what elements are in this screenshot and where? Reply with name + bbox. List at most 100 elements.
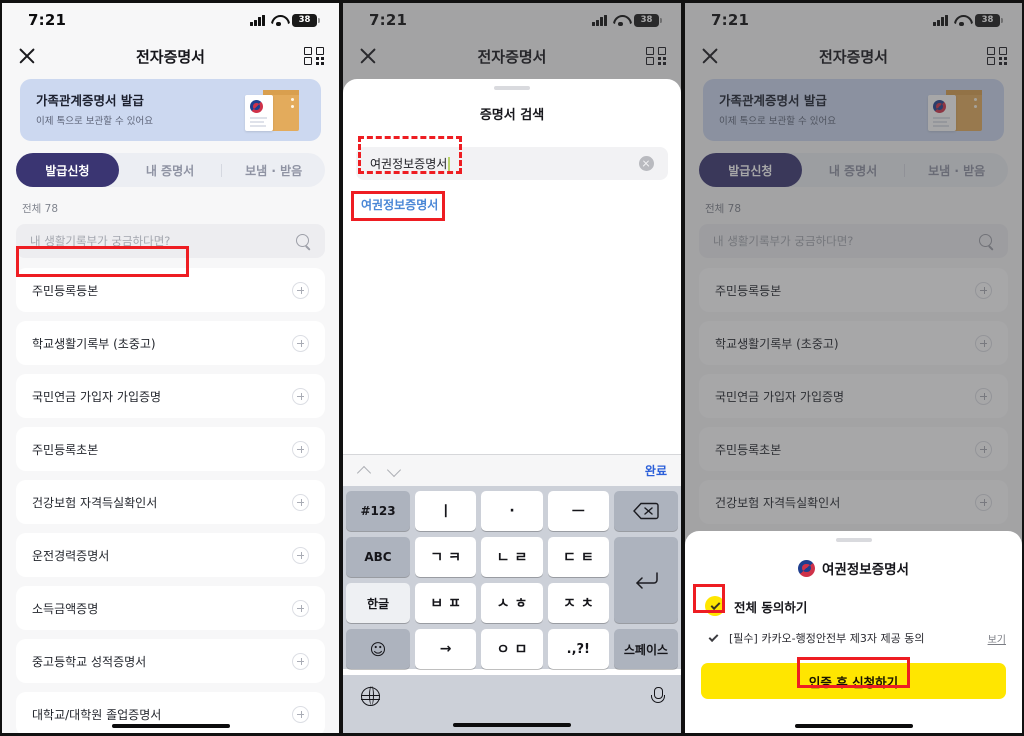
key-siot-hieut[interactable]: ㅅㅎ bbox=[481, 583, 543, 623]
battery-icon: 38 bbox=[292, 13, 320, 27]
add-icon[interactable] bbox=[292, 387, 309, 405]
add-icon[interactable] bbox=[292, 546, 309, 564]
list-item[interactable]: 운전경력증명서 bbox=[16, 533, 325, 577]
keyboard-row-1: #123 ㅣ · ㅡ bbox=[346, 491, 678, 531]
add-icon[interactable] bbox=[292, 493, 309, 511]
document-name: 대학교/대학원 졸업증명서 bbox=[32, 707, 162, 722]
keyboard-bottom-row bbox=[343, 675, 681, 717]
list-item[interactable]: 주민등록초본 bbox=[16, 427, 325, 471]
search-input[interactable]: 내 생활기록부가 궁금하다면? bbox=[16, 224, 325, 258]
key-giyeok-kieuk[interactable]: ㄱㅋ bbox=[415, 537, 477, 577]
list-item[interactable]: 학교생활기록부 (초중고) bbox=[16, 321, 325, 365]
add-icon[interactable] bbox=[292, 281, 309, 299]
list-item[interactable]: 주민등록등본 bbox=[16, 268, 325, 312]
document-list: 주민등록등본 학교생활기록부 (초중고) 국민연금 가입자 가입증명 주민등록초… bbox=[16, 268, 325, 733]
text-caret bbox=[448, 156, 450, 171]
agree-all-label: 전체 동의하기 bbox=[734, 599, 808, 615]
document-name: 건강보험 자격득실확인서 bbox=[32, 495, 158, 510]
search-input-value: 여권정보증명서 bbox=[370, 157, 448, 171]
three-panel-screenshot: 7:21 38 전자증명서 가족관계증명서 발급 이제 톡으로 보관할 수 있어… bbox=[0, 0, 1024, 736]
sheet-grabber[interactable] bbox=[835, 538, 872, 542]
onscreen-keyboard: 완료 #123 ㅣ · ㅡ ABC 한글 ㄱㅋ ㅂㅍ ㄴㄹ ㅅㅎ ㄷㅌ ㅈㅊ ☺… bbox=[343, 454, 681, 733]
status-bar: 7:21 38 bbox=[2, 3, 339, 37]
document-name: 운전경력증명서 bbox=[32, 548, 110, 563]
promo-banner-subtitle: 이제 톡으로 보관할 수 있어요 bbox=[36, 116, 153, 128]
add-icon[interactable] bbox=[292, 440, 309, 458]
tab-send-receive[interactable]: 보냄 · 받음 bbox=[222, 162, 325, 179]
promo-banner-title: 가족관계증명서 발급 bbox=[36, 92, 144, 108]
microphone-icon[interactable] bbox=[651, 686, 665, 706]
search-placeholder: 내 생활기록부가 궁금하다면? bbox=[30, 234, 171, 248]
authenticate-and-apply-button[interactable]: 인증 후 신청하기 bbox=[701, 663, 1006, 699]
wifi-icon bbox=[271, 15, 286, 26]
total-count-label: 전체 78 bbox=[22, 203, 59, 215]
chevron-down-icon[interactable] bbox=[387, 464, 401, 478]
search-suggestion-item[interactable]: 여권정보증명서 bbox=[361, 196, 663, 213]
status-bar-indicators: 38 bbox=[250, 13, 320, 27]
key-space[interactable]: 스페이스 bbox=[613, 629, 678, 669]
keyboard-toolbar: 완료 bbox=[343, 454, 681, 486]
document-name: 학교생활기록부 (초중고) bbox=[32, 336, 156, 351]
document-envelope-illustration bbox=[243, 87, 305, 133]
tab-issue-request[interactable]: 발급신청 bbox=[16, 153, 119, 187]
key-numbers[interactable]: #123 bbox=[346, 491, 410, 531]
consent-sheet-title: 여권정보증명서 bbox=[822, 562, 909, 578]
key-arrow-right[interactable]: → bbox=[415, 629, 477, 669]
key-vertical-stroke[interactable]: ㅣ bbox=[415, 491, 477, 531]
home-indicator bbox=[685, 724, 1022, 728]
key-jieut-chieut[interactable]: ㅈㅊ bbox=[547, 583, 609, 623]
add-icon[interactable] bbox=[292, 599, 309, 617]
agree-all-checkbox[interactable] bbox=[705, 596, 725, 616]
home-indicator bbox=[343, 717, 681, 733]
globe-icon[interactable] bbox=[360, 686, 380, 706]
list-item[interactable]: 국민연금 가입자 가입증명 bbox=[16, 374, 325, 418]
key-ieung-mieum[interactable]: ㅇㅁ bbox=[481, 629, 543, 669]
key-horizontal-stroke[interactable]: ㅡ bbox=[547, 491, 609, 531]
document-name: 주민등록등본 bbox=[32, 283, 99, 298]
key-abc[interactable]: ABC bbox=[346, 537, 410, 577]
document-name: 주민등록초본 bbox=[32, 442, 99, 457]
add-icon[interactable] bbox=[292, 705, 309, 723]
consent-bottom-sheet: 여권정보증명서 전체 동의하기 [필수] 카카오-행정안전부 제3자 제공 동의… bbox=[685, 531, 1022, 733]
status-bar-time: 7:21 bbox=[28, 11, 67, 29]
key-hangul[interactable]: 한글 bbox=[346, 583, 410, 623]
home-indicator bbox=[2, 724, 339, 728]
keyboard-keys: #123 ㅣ · ㅡ ABC 한글 ㄱㅋ ㅂㅍ ㄴㄹ ㅅㅎ ㄷㅌ ㅈㅊ ☺ → … bbox=[343, 486, 681, 669]
key-dot[interactable]: · bbox=[481, 491, 543, 531]
consent-item-row[interactable]: [필수] 카카오-행정안전부 제3자 제공 동의 보기 bbox=[701, 630, 1006, 646]
korea-gov-taegeuk-icon bbox=[798, 559, 816, 577]
close-icon[interactable] bbox=[16, 45, 38, 67]
document-name: 국민연금 가입자 가입증명 bbox=[32, 389, 162, 404]
document-name: 중고등학교 성적증명서 bbox=[32, 654, 147, 669]
tab-my-certificates[interactable]: 내 증명서 bbox=[119, 162, 222, 179]
clear-circle-icon[interactable] bbox=[639, 156, 654, 171]
key-digeut-tieut[interactable]: ㄷㅌ bbox=[547, 537, 609, 577]
emoji-key-icon[interactable]: ☺ bbox=[346, 629, 410, 669]
promo-banner[interactable]: 가족관계증명서 발급 이제 톡으로 보관할 수 있어요 bbox=[20, 79, 321, 141]
return-key-icon[interactable] bbox=[613, 537, 678, 623]
chevron-up-icon[interactable] bbox=[357, 464, 371, 478]
agree-all-row[interactable]: 전체 동의하기 bbox=[701, 596, 1006, 616]
qr-scan-icon[interactable] bbox=[303, 45, 325, 67]
add-icon[interactable] bbox=[292, 652, 309, 670]
cellular-bars-icon bbox=[250, 14, 265, 26]
sheet-grabber[interactable] bbox=[494, 86, 530, 90]
list-item[interactable]: 대학교/대학원 졸업증명서 bbox=[16, 692, 325, 733]
key-punctuation[interactable]: .,?! bbox=[547, 629, 609, 669]
page-title: 전자증명서 bbox=[135, 47, 205, 66]
list-item[interactable]: 소득금액증명 bbox=[16, 586, 325, 630]
keyboard-rows-2-3: ABC 한글 ㄱㅋ ㅂㅍ ㄴㄹ ㅅㅎ ㄷㅌ ㅈㅊ bbox=[346, 537, 678, 623]
add-icon[interactable] bbox=[292, 334, 309, 352]
panel-1-document-list: 7:21 38 전자증명서 가족관계증명서 발급 이제 톡으로 보관할 수 있어… bbox=[0, 0, 341, 736]
list-item[interactable]: 중고등학교 성적증명서 bbox=[16, 639, 325, 683]
document-name: 소득금액증명 bbox=[32, 601, 99, 616]
search-icon[interactable] bbox=[296, 233, 311, 249]
keyboard-done-button[interactable]: 완료 bbox=[645, 462, 667, 479]
delete-key-icon[interactable] bbox=[613, 491, 678, 531]
list-item[interactable]: 건강보험 자격득실확인서 bbox=[16, 480, 325, 524]
consent-item-view-link[interactable]: 보기 bbox=[988, 631, 1006, 646]
key-nieun-rieul[interactable]: ㄴㄹ bbox=[481, 537, 543, 577]
tab-bar: 발급신청 내 증명서 보냄 · 받음 bbox=[16, 153, 325, 187]
key-bieup-pieup[interactable]: ㅂㅍ bbox=[415, 583, 477, 623]
certificate-search-input[interactable]: 여권정보증명서 bbox=[356, 147, 668, 180]
